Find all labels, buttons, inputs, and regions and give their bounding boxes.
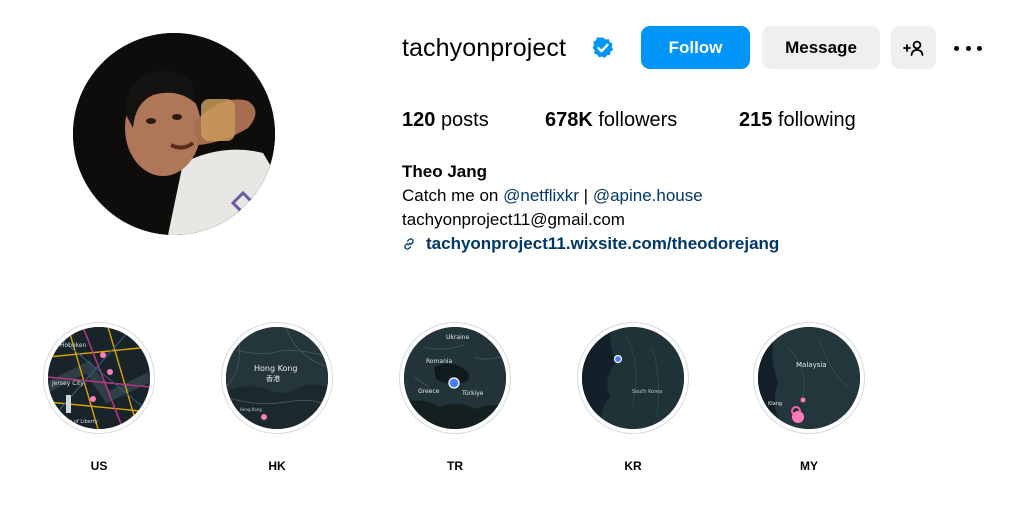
more-options-icon bbox=[954, 45, 959, 51]
highlight-label: MY bbox=[800, 459, 818, 473]
more-options-dot bbox=[977, 45, 982, 51]
highlight-map-kr: South Korea bbox=[582, 327, 684, 429]
highlight-label: TR bbox=[447, 459, 463, 473]
highlight-label: HK bbox=[268, 459, 286, 473]
highlight-kr[interactable]: South Korea KR bbox=[577, 322, 689, 473]
followers-label: followers bbox=[598, 109, 678, 131]
bio-separator: | bbox=[578, 186, 593, 205]
bio-text: Catch me on @netflixkr | @apine.house bbox=[402, 185, 703, 206]
posts-label: posts bbox=[440, 109, 489, 131]
map-label: Jersey City bbox=[51, 380, 84, 387]
follow-button[interactable]: Follow bbox=[641, 26, 750, 69]
posts-number: 120 bbox=[402, 109, 436, 131]
bio-prefix: Catch me on bbox=[402, 186, 504, 205]
profile-avatar[interactable] bbox=[73, 33, 275, 235]
highlight-tr[interactable]: Ukraine Romania Greece Türkiye TR bbox=[399, 322, 511, 473]
following-label: following bbox=[777, 109, 856, 131]
highlight-map-us: Hoboken Jersey City Statue of Liberty bbox=[48, 327, 150, 429]
add-user-button[interactable] bbox=[891, 26, 936, 69]
map-label: Türkiye bbox=[461, 390, 484, 397]
highlight-my[interactable]: Malaysia Klang MY bbox=[753, 322, 865, 473]
highlight-label: KR bbox=[624, 459, 642, 473]
map-label: Ukraine bbox=[446, 334, 469, 341]
mention-netflixkr[interactable]: @netflixkr bbox=[503, 186, 579, 205]
followers-link[interactable]: 678K followers bbox=[545, 108, 677, 132]
highlight-ring[interactable]: South Korea bbox=[577, 322, 689, 434]
verified-badge-icon bbox=[592, 37, 614, 58]
highlight-label: US bbox=[90, 459, 108, 473]
highlight-map-my: Malaysia Klang bbox=[758, 327, 860, 429]
highlight-us[interactable]: Hoboken Jersey City Statue of Liberty US bbox=[43, 322, 155, 473]
map-label: South Korea bbox=[632, 389, 662, 395]
map-label: Malaysia bbox=[796, 361, 827, 369]
map-label: Statue of Liberty bbox=[56, 419, 98, 425]
avatar-photo bbox=[73, 33, 275, 235]
mention-apine-house[interactable]: @apine.house bbox=[593, 186, 703, 205]
map-label: Romania bbox=[426, 358, 453, 365]
more-options-button[interactable] bbox=[952, 36, 984, 60]
map-label: Hong Kong bbox=[240, 407, 262, 412]
profile-username: tachyonproject bbox=[402, 34, 566, 62]
highlight-map-hk: Hong Kong 香港 Hong Kong bbox=[226, 327, 328, 429]
map-label: Hong Kong bbox=[254, 364, 298, 373]
highlight-ring[interactable]: Malaysia Klang bbox=[753, 322, 865, 434]
message-button[interactable]: Message bbox=[762, 26, 880, 69]
map-label: Greece bbox=[418, 388, 440, 395]
highlight-ring[interactable]: Hong Kong 香港 Hong Kong bbox=[221, 322, 333, 434]
bio-website-link[interactable]: tachyonproject11.wixsite.com/theodorejan… bbox=[402, 233, 779, 254]
highlight-map-tr: Ukraine Romania Greece Türkiye bbox=[404, 327, 506, 429]
map-label: 香港 bbox=[266, 374, 280, 383]
add-user-icon bbox=[902, 40, 923, 56]
map-label: Hoboken bbox=[60, 342, 87, 349]
following-number: 215 bbox=[739, 109, 773, 131]
posts-count: 120 posts bbox=[402, 108, 489, 132]
following-link[interactable]: 215 following bbox=[739, 108, 856, 132]
highlight-ring[interactable]: Ukraine Romania Greece Türkiye bbox=[399, 322, 511, 434]
link-icon bbox=[404, 237, 414, 250]
highlight-ring[interactable]: Hoboken Jersey City Statue of Liberty bbox=[43, 322, 155, 434]
bio-email: tachyonproject11@gmail.com bbox=[402, 210, 625, 229]
more-options-dot bbox=[965, 45, 971, 51]
map-label: Klang bbox=[768, 401, 782, 407]
profile-full-name: Theo Jang bbox=[402, 162, 488, 181]
followers-number: 678K bbox=[545, 109, 593, 131]
highlight-hk[interactable]: Hong Kong 香港 Hong Kong HK bbox=[221, 322, 333, 473]
bio-link-text: tachyonproject11.wixsite.com/theodorejan… bbox=[426, 234, 780, 253]
